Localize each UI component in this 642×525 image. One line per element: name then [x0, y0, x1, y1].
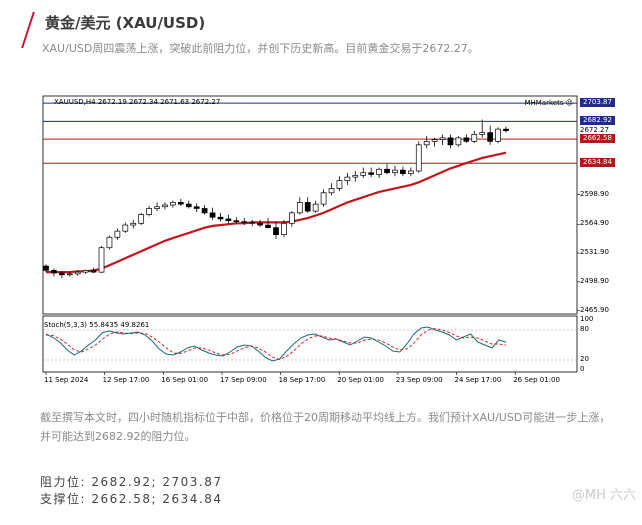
candle-body	[122, 224, 129, 232]
resistance-levels: 阻力位: 2682.92; 2703.87	[40, 475, 223, 489]
stoch-label: Stoch(5,3,3) 55.8435 49.8261	[44, 321, 150, 329]
stoch-tick-label: 80	[580, 325, 589, 333]
candle-body	[479, 132, 486, 135]
x-tick-label: 17 Sep 09:00	[219, 376, 267, 384]
candle-body	[90, 270, 97, 273]
candle-body	[225, 218, 232, 222]
page-subtitle: XAU/USD周四震荡上涨，突破此前阻力位，并创下历史新高。目前黄金交易于267…	[42, 42, 479, 55]
candle-body	[209, 212, 216, 218]
candle-body	[392, 169, 398, 174]
candle-body	[130, 222, 137, 226]
candle-body	[304, 202, 311, 212]
candle-body	[273, 227, 279, 235]
candle-body	[233, 220, 240, 222]
candle-body	[98, 247, 105, 273]
page-title: 黄金/美元 (XAU/USD)	[45, 14, 206, 32]
candle-body	[487, 132, 493, 142]
candle-body	[328, 188, 335, 194]
analysis-paragraph: 截至撰写本文时，四小时随机指标位于中部，价格位于20周期移动平均线上方。我们预计…	[40, 411, 611, 443]
candle-body	[43, 265, 49, 271]
candle-body	[241, 221, 248, 223]
watermark: @MH 六六	[571, 488, 636, 503]
candle-body	[447, 137, 454, 146]
candle-body	[154, 206, 160, 209]
accent-bar	[21, 10, 35, 50]
chart-symbol-info: XAUUSD,H4 2672.19 2672.34 2671.63 2672.2…	[54, 98, 221, 106]
candle-body	[320, 192, 327, 205]
y-tick-label: 2598.90	[580, 189, 609, 198]
candle-body	[503, 128, 509, 131]
support-levels: 支撑位: 2662.58; 2634.84	[40, 492, 223, 506]
candle-body	[265, 224, 271, 229]
candle-body	[249, 222, 256, 224]
candle-body	[217, 216, 224, 220]
x-tick-label: 20 Sep 01:00	[337, 376, 384, 384]
candle-body	[439, 137, 446, 140]
candle-body	[384, 168, 390, 174]
y-tick-label: 2465.90	[580, 305, 609, 314]
stoch-tick-label: 20	[580, 355, 589, 363]
candle-body	[138, 214, 145, 224]
x-tick-label: 18 Sep 17:00	[278, 376, 326, 384]
candle-body	[177, 202, 184, 205]
candle-body	[352, 175, 359, 178]
candle-body	[82, 270, 89, 273]
x-tick-label: 11 Sep 2024	[44, 376, 89, 384]
candle-body	[336, 180, 343, 189]
candle-body	[289, 212, 295, 224]
candle-body	[106, 236, 113, 249]
level-label-support: 2662.58	[580, 134, 615, 144]
candle-body	[455, 137, 462, 146]
candle-body	[59, 272, 65, 276]
candle-body	[368, 172, 375, 175]
candle-body	[74, 271, 81, 275]
chart-brand: MHMarkets ☺	[524, 99, 573, 107]
x-tick-label: 23 Sep 09:00	[395, 376, 443, 384]
candle-body	[257, 222, 263, 226]
x-tick-label: 12 Sep 17:00	[102, 376, 150, 384]
candle-body	[312, 203, 319, 212]
y-tick-label: 2531.90	[580, 248, 609, 257]
x-tick-label: 26 Sep 01:00	[513, 376, 560, 384]
candle-body	[162, 204, 168, 208]
candle-body	[407, 170, 414, 174]
chart-canvas	[42, 95, 580, 375]
candle-body	[146, 208, 152, 215]
x-tick-label: 24 Sep 17:00	[454, 376, 502, 384]
candle-body	[463, 137, 470, 142]
candle-body	[170, 202, 176, 206]
candle-body	[471, 134, 478, 142]
candle-body	[431, 139, 438, 142]
candle-body	[415, 144, 422, 172]
candle-body	[114, 230, 121, 238]
candle-body	[66, 273, 73, 276]
candle-body	[193, 206, 200, 209]
y-tick-label: 2498.90	[580, 276, 609, 285]
candle-body	[400, 169, 406, 174]
candle-body	[360, 172, 367, 176]
candle-body	[201, 208, 208, 214]
y-tick-label: 2564.90	[580, 219, 609, 228]
candle-body	[51, 270, 57, 274]
candle-body	[281, 222, 287, 235]
level-label-resistance: 2682.92	[580, 116, 615, 126]
level-label-price: 2672.27	[580, 125, 609, 134]
level-label-resistance: 2703.87	[580, 98, 615, 108]
price-chart: XAUUSD,H4 2672.19 2672.34 2671.63 2672.2…	[40, 94, 615, 394]
candle-body	[296, 202, 303, 214]
candle-body	[495, 128, 501, 142]
candle-body	[344, 176, 351, 181]
brand-label: MHMarkets	[524, 99, 564, 107]
candle-body	[423, 140, 430, 146]
candle-body	[376, 168, 382, 175]
stoch-tick-label: 100	[580, 315, 594, 323]
level-label-support: 2634.84	[580, 158, 615, 168]
x-tick-label: 16 Sep 01:00	[161, 376, 209, 384]
stoch-tick-label: 0	[580, 365, 585, 373]
candle-body	[185, 203, 192, 208]
